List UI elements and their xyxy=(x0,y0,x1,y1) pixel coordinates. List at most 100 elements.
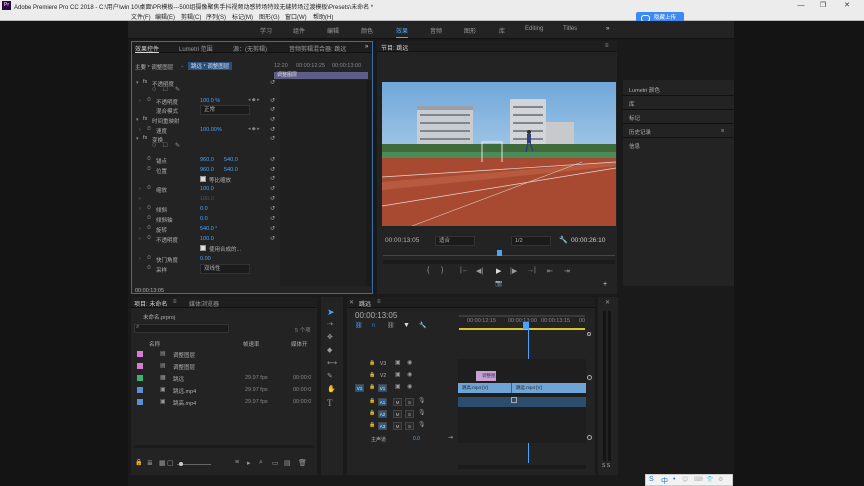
prop-anchor-y[interactable]: 540.0 xyxy=(224,157,238,163)
reset-icon[interactable]: ↺ xyxy=(270,156,275,163)
extract-icon[interactable]: ⇥ xyxy=(564,267,570,275)
ripple-edit-tool-icon[interactable]: ✥ xyxy=(327,333,333,341)
workspace-assembly[interactable]: 组件 xyxy=(293,26,305,35)
close-tab-icon[interactable]: ✕ xyxy=(349,299,354,306)
track-area[interactable]: 调整图 跳高.mp4 [V] 跳远.mp4 [V] xyxy=(458,359,586,443)
adjustment-clip[interactable]: 调整图 xyxy=(476,371,496,381)
timeline-vscroll[interactable] xyxy=(587,335,593,463)
hand-tool-icon[interactable]: ✋ xyxy=(327,385,336,393)
rect-mask-icon[interactable]: □ xyxy=(163,86,167,93)
ec-clip-chip[interactable]: 调整图层 xyxy=(274,72,368,79)
pen-mask-icon-2[interactable]: ✎ xyxy=(175,142,180,149)
reset-icon[interactable]: ↺ xyxy=(270,106,275,113)
lock-icon[interactable]: 🔒 xyxy=(135,459,142,466)
timeline-settings-icon[interactable]: 🔧 xyxy=(419,322,426,329)
track-name[interactable]: A2 xyxy=(378,410,387,418)
chinese-input-icon[interactable]: 中 xyxy=(661,476,668,486)
mark-out-icon[interactable]: } xyxy=(441,267,443,274)
track-name[interactable]: 主声道 xyxy=(371,436,386,443)
nest-icon[interactable]: ⛓ xyxy=(355,322,363,329)
program-scrubber[interactable] xyxy=(383,250,615,256)
sync-lock-icon[interactable]: ▣ xyxy=(395,371,401,378)
workspace-editing[interactable]: 编辑 xyxy=(327,26,339,35)
menu-graphics[interactable]: 图形(G) xyxy=(259,12,280,21)
prop-transform-opacity-value[interactable]: 100.0 xyxy=(200,236,214,242)
snap-icon[interactable]: ∩ xyxy=(371,322,376,329)
sort-icon[interactable]: ≡ xyxy=(235,459,239,466)
list-item[interactable]: ▤ 调整图层 xyxy=(131,349,317,360)
reset-icon[interactable]: ↺ xyxy=(270,166,275,173)
reset-icon[interactable]: ↺ xyxy=(270,195,275,202)
mute-button[interactable]: M xyxy=(393,410,402,418)
project-search-input[interactable] xyxy=(134,324,229,333)
icon-view-icon[interactable]: ▦ xyxy=(159,459,166,467)
workspace-color[interactable]: 颜色 xyxy=(361,26,373,35)
go-to-out-icon[interactable]: →| xyxy=(527,267,536,274)
prop-opacity-value[interactable]: 100.0 % xyxy=(200,98,220,104)
freeform-view-icon[interactable]: ▢ xyxy=(167,459,174,467)
track-name[interactable]: V1 xyxy=(378,384,387,392)
menu-marker[interactable]: 标记(M) xyxy=(232,12,253,21)
selection-tool-icon[interactable]: ➤ xyxy=(327,307,335,318)
tab-effect-controls[interactable]: 效果控件 xyxy=(135,44,159,53)
microphone-icon[interactable]: 🎙 xyxy=(418,421,426,428)
mark-in-icon[interactable]: { xyxy=(427,267,429,274)
prop-scale-width-value[interactable]: 100.0 xyxy=(200,196,214,202)
blend-mode-select[interactable]: 正常 xyxy=(200,105,250,115)
timeline-timecode[interactable]: 00:00:13:05 xyxy=(355,311,397,320)
pen-mask-icon[interactable]: ✎ xyxy=(175,86,180,93)
play-icon[interactable]: ▶ xyxy=(496,267,501,275)
prop-skew-axis-value[interactable]: 0.0 xyxy=(200,216,208,222)
step-forward-icon[interactable]: |▶ xyxy=(510,267,517,275)
add-marker-icon[interactable]: ▼ xyxy=(403,322,410,329)
reset-icon[interactable]: ↺ xyxy=(270,126,275,133)
prop-anchor-x[interactable]: 960.0 xyxy=(200,157,214,163)
workspace-titles[interactable]: Titles xyxy=(563,26,577,32)
menu-edit[interactable]: 编辑(E) xyxy=(155,12,175,21)
tabs-more-icon[interactable]: » xyxy=(365,44,368,50)
workspace-graphics[interactable]: 图形 xyxy=(464,26,476,35)
wrench-icon[interactable]: 🔧 xyxy=(559,236,568,244)
track-name[interactable]: V2 xyxy=(380,373,386,379)
panel-history[interactable]: 历史记录 xyxy=(629,128,651,136)
pen-tool-icon[interactable]: ✎ xyxy=(327,372,333,380)
add-button-icon[interactable]: + xyxy=(603,281,607,288)
list-item[interactable]: ▣ 跳远.mp4 29.97 fps 00:00:0 xyxy=(131,385,317,396)
automate-icon[interactable]: ▸ xyxy=(247,459,251,467)
linked-selection-icon[interactable]: ⛓ xyxy=(387,322,395,329)
ellipse-mask-icon-2[interactable]: ○ xyxy=(152,142,156,149)
microphone-icon[interactable]: 🎙 xyxy=(418,409,426,416)
slip-tool-icon[interactable]: ⟷ xyxy=(327,359,337,367)
track-name[interactable]: V3 xyxy=(380,361,386,367)
go-to-end-icon[interactable]: ⇥ xyxy=(448,434,453,441)
column-fps[interactable]: 帧速率 xyxy=(243,340,260,348)
reset-icon[interactable]: ↺ xyxy=(270,185,275,192)
timeline-hscroll[interactable] xyxy=(458,465,586,469)
list-item[interactable]: ▦ 跳远 29.97 fps 00:00:0 xyxy=(131,373,317,384)
close-tab-icon[interactable]: ✕ xyxy=(605,299,610,306)
fit-select[interactable]: 适合 xyxy=(435,236,475,246)
eye-icon[interactable]: ◉ xyxy=(407,371,412,378)
ec-timecode[interactable]: 00:00:13:05 xyxy=(135,288,164,294)
prop-skew-value[interactable]: 0.0 xyxy=(200,206,208,212)
reset-icon[interactable]: ↺ xyxy=(270,205,275,212)
step-back-icon[interactable]: ◀| xyxy=(476,267,483,275)
emoji-icon[interactable]: 😊 xyxy=(682,476,688,483)
menu-help[interactable]: 帮助(H) xyxy=(313,12,333,21)
workspace-audio[interactable]: 音频 xyxy=(430,26,442,35)
lock-track-icon[interactable]: 🔒 xyxy=(369,410,375,416)
history-menu-icon[interactable]: ≡ xyxy=(721,128,724,134)
reset-icon[interactable]: ↺ xyxy=(270,235,275,242)
ec-keyframe-area[interactable] xyxy=(280,80,366,286)
quality-select[interactable]: 1/2 xyxy=(511,236,551,246)
program-zoom-bar[interactable] xyxy=(383,260,615,264)
panel-markers[interactable]: 标记 xyxy=(629,114,640,122)
zoom-slider-thumb[interactable] xyxy=(179,462,183,466)
keyboard-icon[interactable]: ⌨ xyxy=(694,476,703,483)
tab-media-browser[interactable]: 媒体浏览器 xyxy=(189,299,219,308)
minimize-button[interactable]: — xyxy=(790,0,812,11)
trash-icon[interactable]: 🗑 xyxy=(298,459,307,467)
reset-icon[interactable]: ↺ xyxy=(270,215,275,222)
prop-speed-value[interactable]: 100.00% xyxy=(200,127,222,133)
mute-button[interactable]: M xyxy=(393,422,402,430)
